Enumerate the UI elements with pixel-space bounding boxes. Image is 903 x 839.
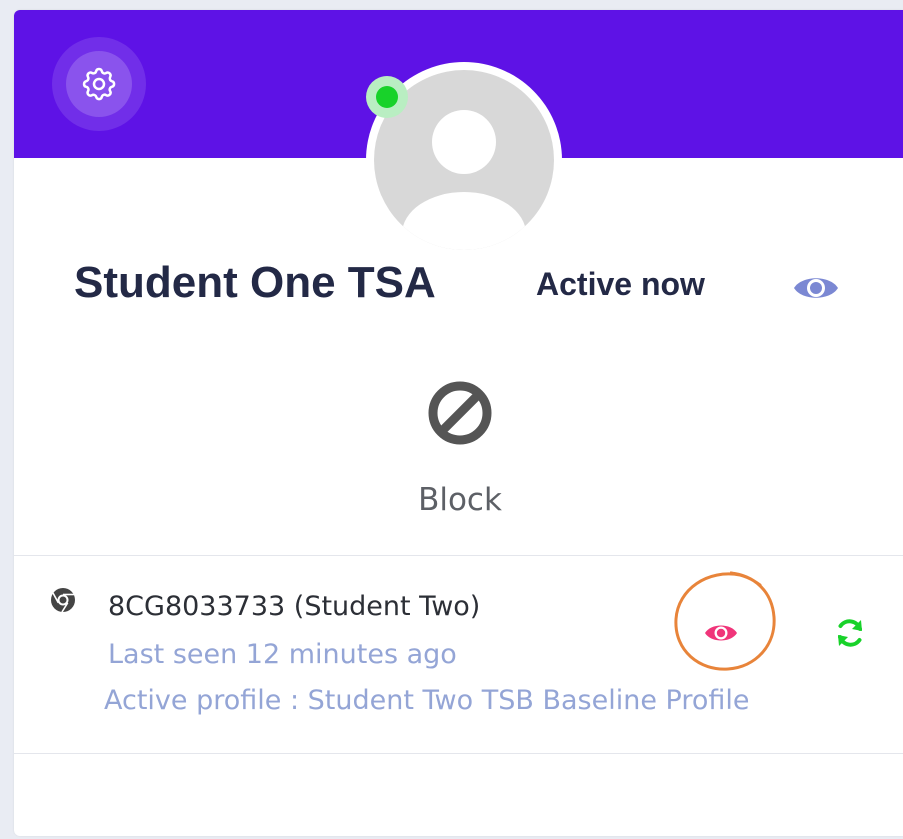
student-card: Student One TSA Active now Block 8CG8033… — [14, 10, 903, 836]
settings-button-inner — [66, 51, 132, 117]
divider — [14, 753, 903, 754]
online-indicator-dot — [376, 86, 398, 108]
block-button[interactable]: Block — [374, 378, 546, 528]
chrome-icon — [51, 588, 75, 613]
divider — [14, 555, 903, 556]
block-icon — [428, 381, 492, 445]
block-label: Block — [418, 482, 502, 518]
device-active-profile: Active profile : Student Two TSB Baselin… — [104, 685, 750, 716]
refresh-icon[interactable] — [834, 617, 866, 649]
device-name: 8CG8033733 (Student Two) — [108, 591, 481, 622]
device-row: 8CG8033733 (Student Two) Last seen 12 mi… — [14, 557, 903, 753]
online-indicator — [366, 76, 408, 118]
eye-icon[interactable] — [792, 272, 840, 304]
gear-icon — [82, 67, 116, 101]
device-last-seen: Last seen 12 minutes ago — [108, 639, 457, 670]
eye-icon[interactable] — [704, 621, 738, 645]
student-name: Student One TSA — [74, 258, 436, 307]
activity-status: Active now — [536, 266, 705, 302]
settings-button[interactable] — [52, 37, 146, 131]
